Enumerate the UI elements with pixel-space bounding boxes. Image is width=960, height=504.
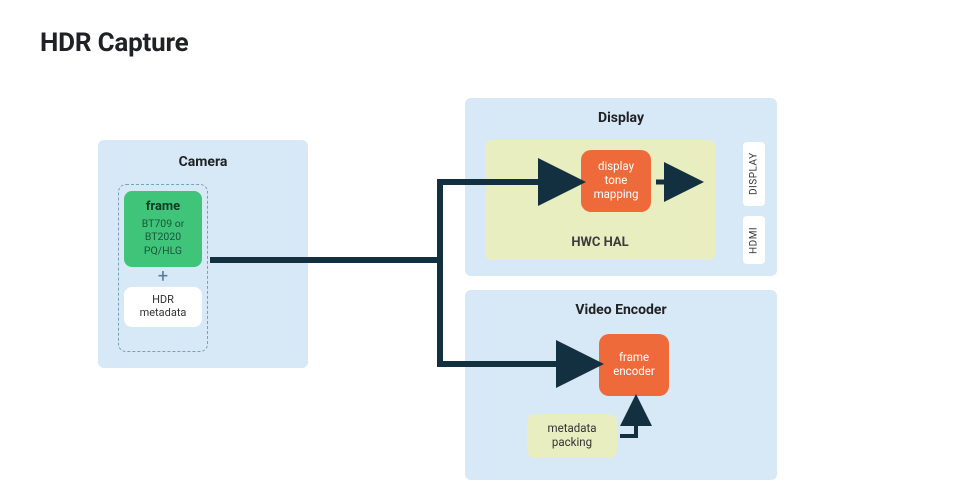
display-panel: Display display tone mapping HWC HAL DIS… [465,98,777,276]
frame-chip: frame BT709 or BT2020 PQ/HLG [124,191,202,267]
tone-map-line: display [581,160,651,174]
meta-pack-line: metadata [527,422,617,436]
frame-heading: frame [128,199,198,215]
hwc-hal-box: display tone mapping HWC HAL [485,140,715,260]
page-title: HDR Capture [40,28,188,58]
hdr-metadata-chip: HDR metadata [124,287,202,327]
frame-encoder-line: encoder [599,365,669,379]
camera-panel: Camera frame BT709 or BT2020 PQ/HLG + HD… [98,140,308,368]
display-output-label: DISPLAY [743,142,765,206]
video-encoder-panel: Video Encoder frame encoder metadata pac… [465,290,777,480]
frame-encoder-line: frame [599,351,669,365]
frame-line: PQ/HLG [128,244,198,257]
tone-map-line: tone [581,174,651,188]
metadata-packing-chip: metadata packing [527,414,617,458]
encoder-title: Video Encoder [465,302,777,318]
plus-icon: + [158,268,168,286]
tone-map-line: mapping [581,188,651,202]
hdr-meta-line: HDR [128,293,198,306]
meta-pack-line: packing [527,436,617,450]
hwc-hal-label: HWC HAL [485,235,715,250]
display-title: Display [465,110,777,126]
camera-title: Camera [98,154,308,170]
frame-line: BT709 or [128,217,198,230]
display-tone-mapping-chip: display tone mapping [581,150,651,212]
hdr-meta-line: metadata [128,306,198,319]
frame-encoder-chip: frame encoder [599,334,669,396]
frame-line: BT2020 [128,230,198,243]
frame-container: frame BT709 or BT2020 PQ/HLG + HDR metad… [118,184,208,352]
hdmi-output-label: HDMI [743,216,765,264]
